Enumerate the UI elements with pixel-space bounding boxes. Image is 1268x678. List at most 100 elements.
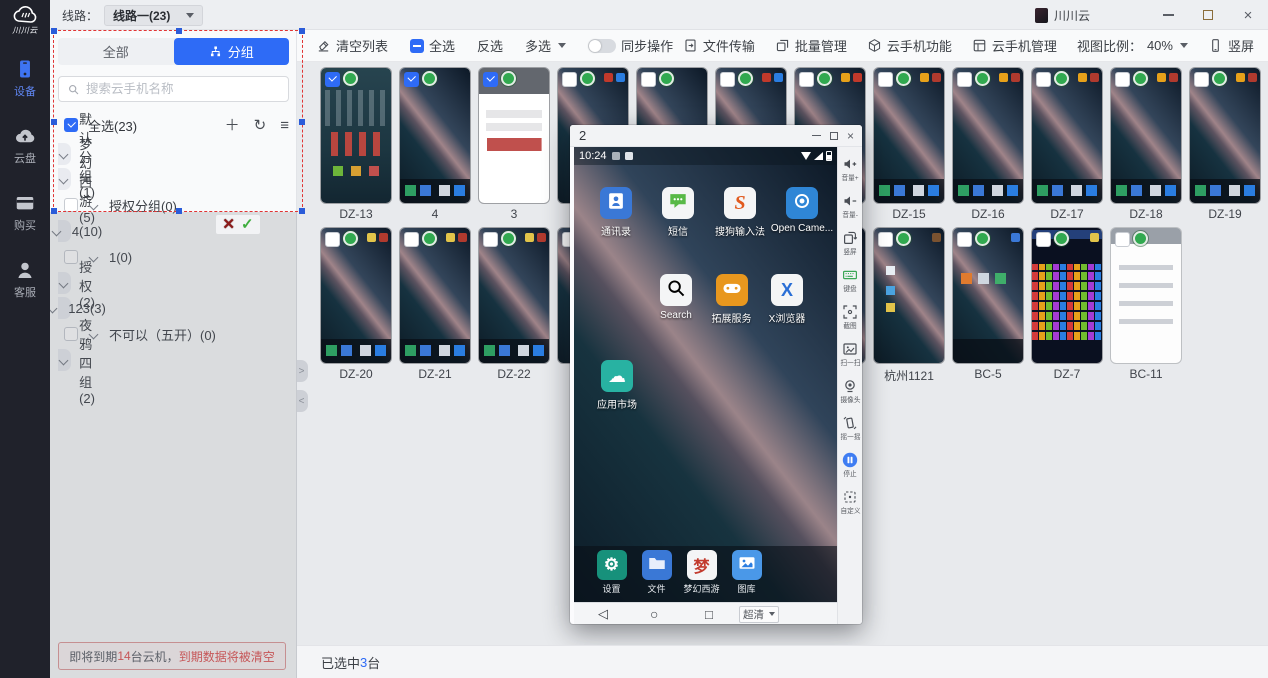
search-box[interactable]: [58, 76, 289, 102]
thumbnail-checkbox[interactable]: [799, 72, 814, 87]
phone-thumbnail[interactable]: DZ-7: [1032, 228, 1102, 381]
thumbnail-checkbox[interactable]: [641, 72, 656, 87]
chevron-down-icon[interactable]: [59, 355, 69, 365]
phone-thumbnail[interactable]: DZ-20: [321, 228, 391, 381]
thumbnail-checkbox[interactable]: [1194, 72, 1209, 87]
phone-thumbnail[interactable]: DZ-16: [953, 68, 1023, 221]
quality-selector[interactable]: 超清: [739, 606, 779, 623]
phone-app[interactable]: ☁ 应用市场: [595, 360, 639, 411]
phone-thumbnail[interactable]: DZ-22: [479, 228, 549, 381]
nav-home-icon[interactable]: ○: [650, 603, 658, 625]
chevron-down-icon[interactable]: [59, 174, 69, 184]
group-row[interactable]: 默认分组(1): [58, 143, 71, 165]
thumbnail-checkbox[interactable]: [483, 232, 498, 247]
thumbnail-checkbox[interactable]: [404, 72, 419, 87]
expand-panel-button[interactable]: >: [297, 360, 308, 382]
thumbnail-checkbox[interactable]: [325, 232, 340, 247]
phone-minimize-icon[interactable]: [812, 135, 821, 137]
phone-tool-button[interactable]: 音量+: [838, 151, 863, 188]
dock-app[interactable]: 图库: [729, 550, 764, 595]
view-scale-dropdown[interactable]: 视图比例： 40%: [1077, 36, 1188, 55]
thumbnail-checkbox[interactable]: [1115, 232, 1130, 247]
toolbar-button[interactable]: 云手机管理: [972, 36, 1057, 55]
maximize-button[interactable]: [1188, 0, 1228, 30]
dock-app[interactable]: ⚙ 设置: [594, 550, 629, 595]
group-checkbox[interactable]: [64, 327, 78, 341]
phone-tool-button[interactable]: 摄像头: [838, 373, 863, 410]
nav-back-icon[interactable]: ◁: [598, 603, 608, 625]
phone-app[interactable]: 拓展服务: [710, 274, 754, 325]
dock-app[interactable]: 文件: [639, 550, 674, 595]
phone-tool-button[interactable]: 竖屏: [838, 225, 863, 262]
phone-close-icon[interactable]: ×: [847, 130, 854, 142]
thumbnail-checkbox[interactable]: [720, 72, 735, 87]
thumbnail-checkbox[interactable]: [1036, 232, 1051, 247]
phone-thumbnail[interactable]: DZ-19: [1190, 68, 1260, 221]
group-row[interactable]: 4(10): [58, 220, 71, 242]
group-row[interactable]: 梦幻西游(5): [58, 168, 71, 190]
toolbar-button[interactable]: 云手机功能: [867, 36, 952, 55]
add-group-icon[interactable]: ＋: [225, 118, 240, 133]
thumbnail-checkbox[interactable]: [562, 72, 577, 87]
phone-tool-button[interactable]: 键盘: [838, 262, 863, 299]
tab-all[interactable]: 全部: [58, 38, 174, 65]
collapse-list-icon[interactable]: ≡: [280, 118, 289, 133]
phone-app[interactable]: 短信: [656, 187, 700, 238]
chevron-down-icon[interactable]: [59, 278, 69, 288]
nav-recent-icon[interactable]: □: [705, 603, 713, 625]
phone-thumbnail[interactable]: BC-5: [953, 228, 1023, 381]
phone-tool-button[interactable]: 截图: [838, 299, 863, 336]
thumbnail-checkbox[interactable]: [878, 232, 893, 247]
phone-app[interactable]: X X浏览器: [765, 274, 809, 325]
phone-thumbnail[interactable]: 4: [400, 68, 470, 221]
thumbnail-checkbox[interactable]: [878, 72, 893, 87]
invert-selection-button[interactable]: 反选: [477, 36, 503, 55]
portrait-mode-button[interactable]: 竖屏: [1208, 36, 1254, 55]
group-checkbox[interactable]: [64, 250, 78, 264]
chevron-down-icon[interactable]: [51, 226, 61, 236]
phone-tool-button[interactable]: 停止: [838, 447, 863, 484]
sidebar-item[interactable]: 客服: [0, 259, 50, 300]
selection-confirm-icon[interactable]: ✓: [241, 217, 254, 232]
phone-thumbnail[interactable]: BC-11: [1111, 228, 1181, 381]
toolbar-button[interactable]: 批量管理: [775, 36, 847, 55]
thumbnail-checkbox[interactable]: [957, 72, 972, 87]
phone-thumbnail[interactable]: DZ-18: [1111, 68, 1181, 221]
phone-thumbnail[interactable]: DZ-13: [321, 68, 391, 221]
selection-cancel-icon[interactable]: ✕: [222, 217, 235, 232]
sync-toggle[interactable]: [588, 39, 616, 53]
phone-maximize-icon[interactable]: [830, 132, 838, 140]
refresh-icon[interactable]: ↻: [254, 118, 267, 133]
thumbnail-checkbox[interactable]: [483, 72, 498, 87]
phone-app[interactable]: S 搜狗输入法: [718, 187, 762, 238]
minimize-button[interactable]: [1148, 0, 1188, 30]
phone-screen[interactable]: 10:24: [574, 147, 837, 602]
dock-app[interactable]: 梦 梦幻西游: [684, 550, 719, 595]
search-input[interactable]: [86, 82, 280, 96]
phone-thumbnail[interactable]: DZ-21: [400, 228, 470, 381]
phone-app[interactable]: 通讯录: [594, 187, 638, 238]
phone-tool-button[interactable]: 扫一扫: [838, 336, 863, 373]
phone-tool-button[interactable]: 自定义: [838, 484, 863, 521]
group-row[interactable]: 夜鸦四组(2): [58, 349, 71, 371]
phone-thumbnail[interactable]: 3: [479, 68, 549, 221]
phone-tool-button[interactable]: 摇一摇: [838, 410, 863, 447]
phone-window-titlebar[interactable]: 2 ×: [570, 125, 862, 147]
thumbnail-checkbox[interactable]: [1115, 72, 1130, 87]
phone-app[interactable]: Open Came...: [780, 187, 824, 238]
group-checkbox[interactable]: [64, 198, 78, 212]
chevron-down-icon[interactable]: [59, 149, 69, 159]
clear-list-button[interactable]: 清空列表: [316, 36, 388, 55]
thumbnail-checkbox[interactable]: [404, 232, 419, 247]
thumbnail-checkbox[interactable]: [957, 232, 972, 247]
sidebar-item[interactable]: 设备: [0, 58, 50, 99]
select-all-toolbar-checkbox[interactable]: [410, 39, 424, 53]
phone-thumbnail[interactable]: DZ-17: [1032, 68, 1102, 221]
group-row[interactable]: 123(3): [58, 297, 71, 319]
sidebar-item[interactable]: 购买: [0, 192, 50, 233]
sidebar-item[interactable]: 云盘: [0, 125, 50, 166]
phone-tool-button[interactable]: 音量-: [838, 188, 863, 225]
sync-operation-toggle-item[interactable]: 同步操作: [588, 36, 673, 55]
tab-grouped[interactable]: 分组: [174, 38, 290, 65]
thumbnail-checkbox[interactable]: [1036, 72, 1051, 87]
